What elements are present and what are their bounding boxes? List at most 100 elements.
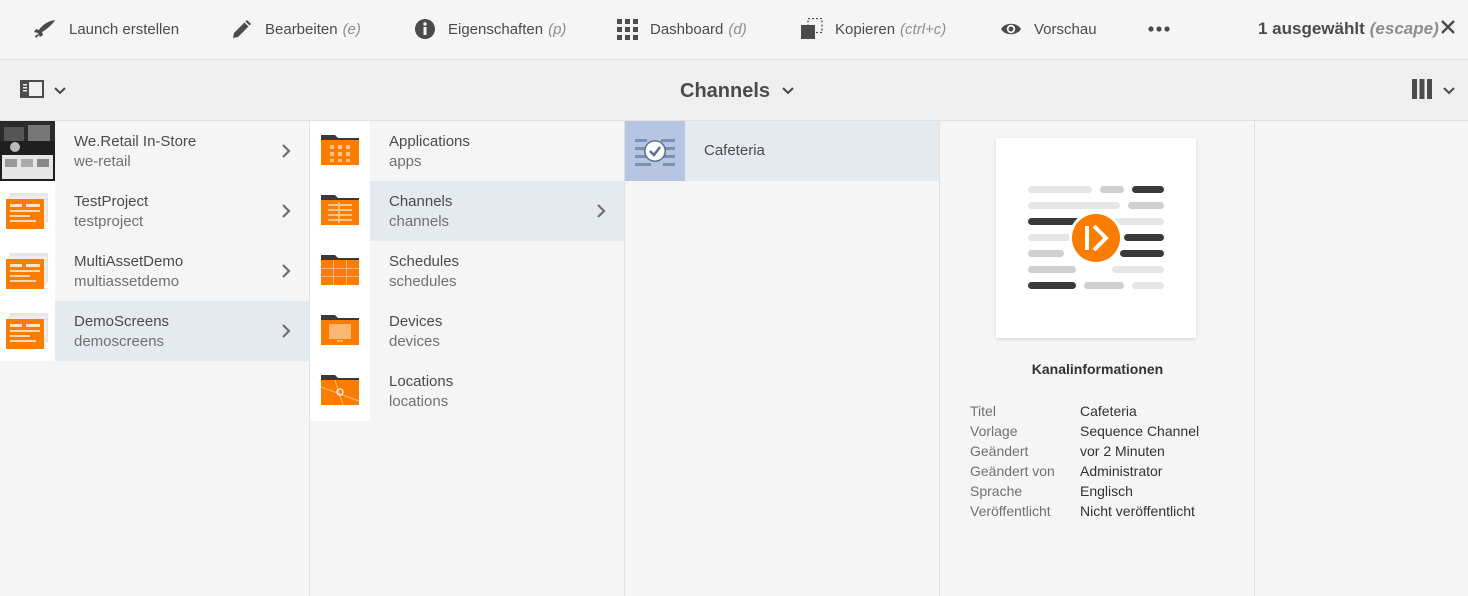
list-item-demoscreens[interactable]: DemoScreens demoscreens (0, 301, 309, 361)
list-item-text: Locations locations (389, 372, 453, 412)
meta-key: Geändert von (970, 463, 1055, 479)
vorschau-label: Vorschau (1034, 20, 1097, 38)
kopieren-button[interactable]: Kopieren (ctrl+c) (801, 0, 946, 58)
folder-thumbnail (310, 181, 370, 241)
list-item-schedules[interactable]: Schedules schedules (310, 241, 624, 301)
list-item-text: DemoScreens demoscreens (74, 312, 169, 352)
info-heading: Kanalinformationen (1031, 361, 1164, 377)
channel-preview-thumbnail (996, 138, 1196, 338)
list-item-testproject[interactable]: TestProject testproject (0, 181, 309, 241)
chevron-right-icon (596, 203, 606, 224)
selection-count: 1 ausgewählt (1258, 19, 1365, 38)
vorschau-button[interactable]: Vorschau (1000, 0, 1097, 58)
project-name: testproject (74, 213, 144, 230)
eye-icon (1000, 21, 1022, 37)
meta-value: vor 2 Minuten (1080, 443, 1165, 459)
list-item-text: Cafeteria (704, 141, 765, 161)
folder-title: Devices (389, 313, 443, 330)
list-item-we-retail[interactable]: We.Retail In-Store we-retail (0, 121, 309, 181)
list-item-text: MultiAssetDemo multiassetdemo (74, 252, 183, 292)
project-thumbnail (0, 301, 55, 361)
copy-icon (801, 18, 823, 40)
meta-row-veroeffentlicht: Veröffentlicht Nicht veröffentlicht (970, 501, 1199, 521)
meta-row-geaendert: Geändert vor 2 Minuten (970, 441, 1199, 461)
rail-toggle-button[interactable] (20, 79, 66, 103)
list-item-text: Schedules schedules (389, 252, 459, 292)
title-bar: Channels (0, 60, 1468, 121)
projects-column: We.Retail In-Store we-retail TestProject… (0, 121, 310, 596)
rail-toggle-icon (20, 79, 46, 104)
folder-thumbnail (310, 361, 370, 421)
project-title: DemoScreens (74, 313, 170, 330)
list-item-devices[interactable]: Devices devices (310, 301, 624, 361)
channels-column: Cafeteria (625, 121, 940, 596)
title-dropdown[interactable]: Channels (680, 74, 794, 108)
list-item-channels[interactable]: Channels channels (310, 181, 624, 241)
page-title: Channels (680, 79, 771, 102)
meta-row-titel: Titel Cafeteria (970, 401, 1199, 421)
channel-thumbnail (625, 121, 685, 181)
meta-value: Sequence Channel (1080, 423, 1200, 439)
action-bar: Launch erstellen Bearbeiten (e) Eigensch… (0, 0, 1468, 60)
folder-title: Locations (389, 373, 454, 390)
project-thumbnail (0, 121, 55, 181)
folder-thumbnail (310, 241, 370, 301)
folder-icon (321, 193, 359, 230)
eigenschaften-button[interactable]: Eigenschaften (p) (414, 0, 566, 58)
meta-value: Nicht veröffentlicht (1080, 503, 1195, 519)
channel-title: Cafeteria (704, 142, 765, 159)
close-selection-button[interactable] (1436, 0, 1460, 58)
project-name: we-retail (74, 153, 131, 170)
meta-value: Cafeteria (1080, 403, 1137, 419)
meta-key: Sprache (970, 483, 1023, 499)
project-thumbnail (0, 241, 55, 301)
meta-key: Veröffentlicht (970, 503, 1051, 519)
list-item-locations[interactable]: Locations locations (310, 361, 624, 421)
dashboard-shortcut: (d) (728, 20, 747, 38)
metadata-list: Titel Cafeteria Vorlage Sequence Channel… (970, 401, 1199, 521)
list-item-multiassetdemo[interactable]: MultiAssetDemo multiassetdemo (0, 241, 309, 301)
chevron-right-icon (281, 323, 291, 344)
selection-status: 1 ausgewählt (escape) (1258, 0, 1439, 58)
dashboard-button[interactable]: Dashboard (d) (617, 0, 747, 58)
folder-thumbnail (310, 301, 370, 361)
project-title: MultiAssetDemo (74, 253, 184, 270)
folder-icon (321, 313, 359, 350)
folder-thumbnail (310, 121, 370, 181)
meta-value: Englisch (1080, 483, 1133, 499)
bearbeiten-button[interactable]: Bearbeiten (e) (231, 0, 361, 58)
chevron-down-icon (1443, 82, 1455, 100)
folder-title: Applications (389, 133, 470, 150)
eigenschaften-shortcut: (p) (548, 20, 567, 38)
list-item-text: Devices devices (389, 312, 442, 352)
info-icon (414, 18, 436, 40)
meta-key: Titel (970, 403, 996, 419)
project-thumbnail (0, 181, 55, 241)
project-title: We.Retail In-Store (74, 133, 197, 150)
close-icon (1440, 19, 1456, 40)
column-view-icon (1411, 78, 1433, 104)
more-button[interactable] (1148, 0, 1170, 58)
project-name: demoscreens (74, 333, 165, 350)
launch-erstellen-button[interactable]: Launch erstellen (33, 0, 179, 58)
view-switcher-button[interactable] (1411, 78, 1455, 104)
list-item-text: Applications apps (389, 132, 470, 172)
folder-name: channels (389, 213, 450, 230)
folder-icon (321, 253, 359, 290)
folders-column: Applications apps Channels channels Sche… (310, 121, 625, 596)
meta-key: Vorlage (970, 423, 1018, 439)
chevron-right-icon (281, 263, 291, 284)
pencil-icon (231, 18, 253, 40)
list-item-applications[interactable]: Applications apps (310, 121, 624, 181)
folder-name: apps (389, 153, 422, 170)
bearbeiten-label: Bearbeiten (265, 20, 338, 38)
chevron-right-icon (281, 203, 291, 224)
chevron-down-icon (54, 82, 66, 100)
folder-title: Schedules (389, 253, 460, 270)
meta-row-sprache: Sprache Englisch (970, 481, 1199, 501)
list-item-text: Channels channels (389, 192, 452, 232)
chevron-down-icon (782, 82, 794, 100)
list-item-text: TestProject testproject (74, 192, 148, 232)
launch-erstellen-label: Launch erstellen (69, 20, 180, 38)
list-item-cafeteria[interactable]: Cafeteria (625, 121, 939, 181)
